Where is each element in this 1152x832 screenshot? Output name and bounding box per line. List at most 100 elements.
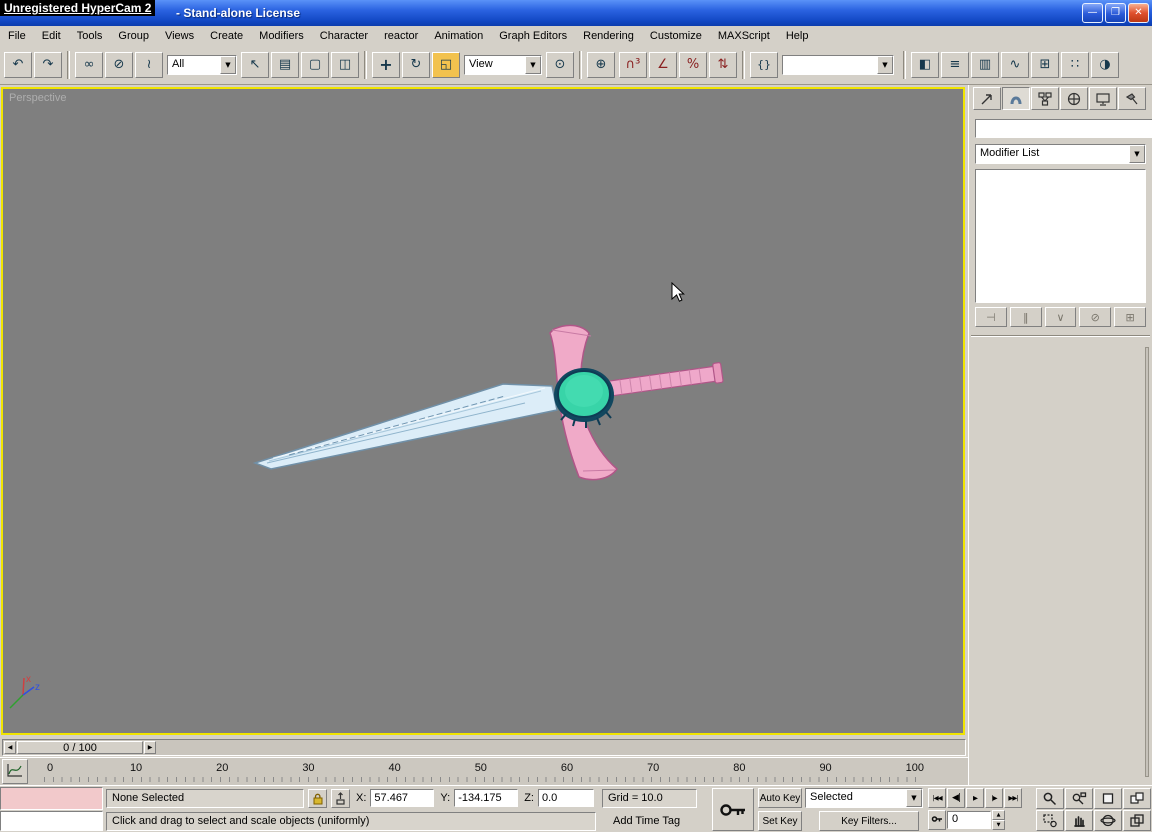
schematic-view-icon[interactable]: ⊞ (1031, 52, 1059, 78)
modifier-list-dropdown[interactable]: Modifier List ▼ (975, 144, 1146, 164)
menu-item[interactable]: Animation (426, 28, 491, 44)
mini-curve-editor-button[interactable] (2, 759, 28, 784)
set-keys-button[interactable] (712, 788, 754, 831)
redo-icon[interactable]: ↷ (34, 52, 62, 78)
modifier-stack-list[interactable] (975, 169, 1146, 303)
selection-filter-dropdown[interactable]: All ▼ (167, 55, 237, 75)
ruler-tick[interactable]: 70 (647, 762, 659, 774)
bind-to-space-warp-icon[interactable]: ≀ (135, 52, 163, 78)
select-object-icon[interactable]: ↖ (241, 52, 269, 78)
listener-line[interactable] (0, 811, 103, 831)
menu-item[interactable]: Create (202, 28, 251, 44)
display-tab-icon[interactable] (1089, 87, 1117, 110)
named-selection-dropdown[interactable]: ▼ (782, 55, 894, 75)
key-mode-toggle-button[interactable] (928, 810, 946, 830)
select-and-manipulate-icon[interactable]: ⊕ (587, 52, 615, 78)
titlebar[interactable]: - Stand-alone License — ❐ ✕ (0, 0, 1152, 26)
min-max-toggle-icon[interactable] (1123, 810, 1151, 831)
ruler-tick[interactable]: 0 (44, 762, 56, 774)
select-and-link-icon[interactable]: ∞ (75, 52, 103, 78)
remove-modifier-icon[interactable]: ⊘ (1079, 307, 1111, 327)
menu-item[interactable]: reactor (376, 28, 426, 44)
named-selection-sets-icon[interactable]: {} (750, 52, 778, 78)
add-time-tag[interactable]: Add Time Tag (608, 813, 703, 829)
menu-item[interactable]: Graph Editors (491, 28, 575, 44)
perspective-viewport[interactable]: Perspective (1, 87, 965, 735)
x-coordinate-field[interactable]: 57.467 (370, 789, 434, 807)
track-bar-ruler[interactable]: 0102030405060708090100 (30, 758, 968, 785)
ruler-tick[interactable]: 50 (475, 762, 487, 774)
next-frame-button[interactable]: |▶ (985, 788, 1003, 808)
motion-tab-icon[interactable] (1060, 87, 1088, 110)
auto-key-button[interactable]: Auto Key (758, 788, 802, 808)
sword-model[interactable] (3, 89, 963, 733)
layer-manager-icon[interactable]: ▥ (971, 52, 999, 78)
show-end-result-icon[interactable]: ‖ (1010, 307, 1042, 327)
menu-item[interactable]: Character (312, 28, 376, 44)
angle-snap-icon[interactable]: ∠ (649, 52, 677, 78)
dropdown-arrow-icon[interactable]: ▼ (1129, 145, 1145, 163)
select-and-rotate-icon[interactable]: ↻ (402, 52, 430, 78)
menu-item[interactable]: Tools (69, 28, 111, 44)
set-key-button[interactable]: Set Key (758, 811, 802, 831)
zoom-extents-all-icon[interactable] (1123, 788, 1151, 809)
key-mode-dropdown[interactable]: Selected ▼ (805, 788, 923, 808)
zoom-extents-icon[interactable] (1094, 788, 1122, 809)
y-coordinate-field[interactable]: -134.175 (454, 789, 518, 807)
previous-frame-button[interactable]: ◀| (947, 788, 965, 808)
spinner-snap-icon[interactable]: ⇅ (709, 52, 737, 78)
render-scene-icon[interactable]: ◑ (1091, 52, 1119, 78)
spinner-down-icon[interactable]: ▼ (992, 820, 1005, 830)
go-to-start-button[interactable]: |◀◀ (928, 788, 946, 808)
use-center-icon[interactable]: ⊙ (546, 52, 574, 78)
go-to-end-button[interactable]: ▶▶| (1004, 788, 1022, 808)
dropdown-arrow-icon[interactable]: ▼ (906, 789, 922, 807)
utilities-tab-icon[interactable] (1118, 87, 1146, 110)
selection-lock-toggle[interactable] (308, 789, 327, 808)
time-slider-left-arrow[interactable]: ◀ (4, 741, 16, 754)
select-and-scale-icon[interactable]: ◱ (432, 52, 460, 78)
create-tab-icon[interactable] (973, 87, 1001, 110)
ruler-tick[interactable]: 90 (819, 762, 831, 774)
panel-scrollbar[interactable] (1145, 347, 1149, 777)
menu-item[interactable]: Views (157, 28, 202, 44)
zoom-all-icon[interactable] (1065, 788, 1093, 809)
menu-item[interactable]: MAXScript (710, 28, 778, 44)
dropdown-arrow-icon[interactable]: ▼ (877, 56, 893, 74)
select-by-name-icon[interactable]: ▤ (271, 52, 299, 78)
dropdown-arrow-icon[interactable]: ▼ (220, 56, 236, 74)
undo-icon[interactable]: ↶ (4, 52, 32, 78)
ruler-tick[interactable]: 60 (561, 762, 573, 774)
object-name-input[interactable] (975, 119, 1152, 138)
pan-hand-icon[interactable] (1065, 810, 1093, 831)
mirror-icon[interactable]: ◧ (911, 52, 939, 78)
select-and-move-icon[interactable]: + (372, 52, 400, 78)
minimize-button[interactable]: — (1082, 3, 1103, 23)
snaps-toggle-icon[interactable]: ∩³ (619, 52, 647, 78)
menu-item[interactable]: Group (110, 28, 157, 44)
configure-modifier-sets-icon[interactable]: ⊞ (1114, 307, 1146, 327)
ruler-tick[interactable]: 100 (906, 762, 924, 774)
unlink-selection-icon[interactable]: ⊘ (105, 52, 133, 78)
menu-item[interactable]: File (0, 28, 34, 44)
ruler-tick[interactable]: 10 (130, 762, 142, 774)
window-crossing-icon[interactable]: ◫ (331, 52, 359, 78)
spinner-up-icon[interactable]: ▲ (992, 810, 1005, 820)
align-icon[interactable]: ≡ (941, 52, 969, 78)
rectangular-selection-region-icon[interactable]: ▢ (301, 52, 329, 78)
ruler-tick[interactable]: 40 (389, 762, 401, 774)
time-slider-handle[interactable]: 0 / 100 (17, 741, 143, 754)
ruler-tick[interactable]: 20 (216, 762, 228, 774)
macro-recorder-line[interactable] (0, 787, 103, 810)
menu-item[interactable]: Customize (642, 28, 710, 44)
z-coordinate-field[interactable]: 0.0 (538, 789, 594, 807)
close-button[interactable]: ✕ (1128, 3, 1149, 23)
menu-item[interactable]: Help (778, 28, 817, 44)
time-slider-right-arrow[interactable]: ▶ (144, 741, 156, 754)
absolute-offset-toggle[interactable] (331, 789, 350, 808)
dropdown-arrow-icon[interactable]: ▼ (525, 56, 541, 74)
menu-item[interactable]: Rendering (575, 28, 642, 44)
ruler-tick[interactable]: 30 (302, 762, 314, 774)
percent-snap-icon[interactable]: % (679, 52, 707, 78)
zoom-icon[interactable] (1036, 788, 1064, 809)
